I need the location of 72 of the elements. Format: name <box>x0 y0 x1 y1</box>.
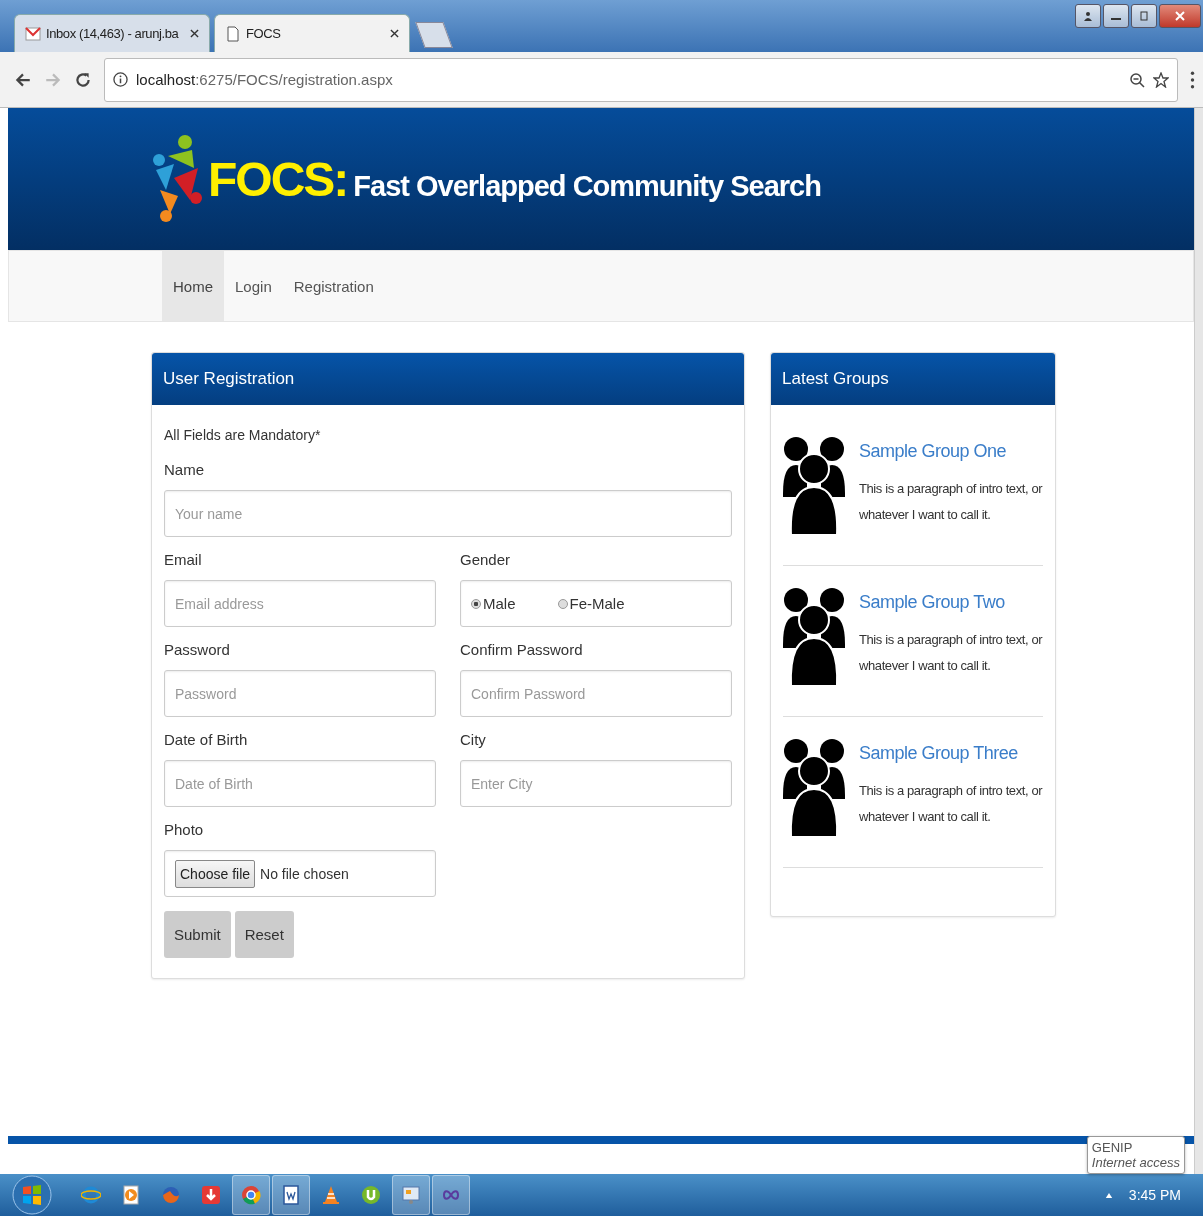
form-button[interactable]: Reset <box>234 911 294 958</box>
nav-link[interactable]: Login <box>224 251 283 321</box>
menu-icon[interactable] <box>1190 70 1195 89</box>
close-icon[interactable] <box>190 29 199 38</box>
document-icon[interactable] <box>281 1185 301 1205</box>
radio-button[interactable] <box>471 598 481 609</box>
minimize-icon <box>1111 18 1121 20</box>
url-text: localhost:6275/FOCS/registration.aspx <box>136 71 394 88</box>
field-label: Gender <box>460 551 512 568</box>
tooltip-title: GENIP <box>1091 1140 1134 1155</box>
input-field[interactable]: Date of Birth <box>164 760 436 807</box>
input-field[interactable]: Confirm Password <box>460 670 732 717</box>
mandatory-note: All Fields are Mandatory* <box>164 427 322 443</box>
field-label: City <box>460 731 487 748</box>
monitor-icon[interactable] <box>401 1185 421 1205</box>
panel-title: Latest Groups <box>782 369 889 389</box>
start-button[interactable] <box>12 1175 52 1215</box>
form-button[interactable]: Submit <box>164 911 231 958</box>
download-icon[interactable] <box>201 1185 221 1205</box>
cone-icon[interactable] <box>321 1185 341 1205</box>
people-logo-icon <box>152 134 202 224</box>
browser-tab[interactable]: Inbox (14,463) - arunj.ba <box>14 14 210 52</box>
site-tagline: Fast Overlapped Community Search <box>353 169 821 203</box>
radio-button[interactable] <box>557 598 568 609</box>
radio-option[interactable]: Male <box>471 595 516 612</box>
input-field[interactable]: Password <box>164 670 436 717</box>
group-link[interactable]: Sample Group Three <box>859 743 1043 764</box>
close-button[interactable] <box>1159 4 1201 28</box>
round-badge-icon[interactable] <box>361 1185 381 1205</box>
group-description: This is a paragraph of intro text, or whatever I want to call it. <box>859 631 1043 675</box>
star-icon[interactable] <box>1153 71 1169 88</box>
page-icon <box>225 25 241 42</box>
choose-file-button[interactable]: Choose file <box>175 859 256 888</box>
info-icon <box>113 72 128 87</box>
zoom-icon[interactable] <box>1129 71 1145 88</box>
globe-icon[interactable] <box>81 1185 101 1205</box>
chrome-icon[interactable] <box>241 1185 261 1205</box>
input-field[interactable]: Enter City <box>460 760 732 807</box>
minimize-button[interactable] <box>1103 4 1129 28</box>
close-icon <box>1175 11 1185 21</box>
clock[interactable]: 3:45 PM <box>1128 1187 1181 1203</box>
play-icon[interactable] <box>121 1185 141 1205</box>
restore-button[interactable] <box>1131 4 1157 28</box>
field-label: Photo <box>164 821 205 838</box>
file-status: No file chosen <box>260 865 349 882</box>
browser-tab[interactable]: FOCS <box>214 14 410 52</box>
panel-title: User Registration <box>163 369 295 389</box>
tray-arrow-icon[interactable] <box>1104 1191 1113 1199</box>
nav-link[interactable]: Home <box>162 251 224 321</box>
group-link[interactable]: Sample Group Two <box>859 592 1043 613</box>
group-description: This is a paragraph of intro text, or whatever I want to call it. <box>859 480 1043 524</box>
user-icon <box>1083 11 1093 21</box>
reload-icon[interactable] <box>74 70 92 89</box>
radio-option[interactable]: Fe-Male <box>557 595 625 612</box>
field-label: Date of Birth <box>164 731 249 748</box>
address-field[interactable]: localhost:6275/FOCS/registration.aspx <box>104 57 1178 102</box>
scrollbar[interactable] <box>1194 108 1203 1174</box>
field-label: Name <box>164 461 205 478</box>
field-label: Email <box>164 551 203 568</box>
group-description: This is a paragraph of intro text, or whatever I want to call it. <box>859 782 1043 826</box>
input-field[interactable]: Email address <box>164 580 436 627</box>
mail-icon <box>25 25 41 42</box>
group-link[interactable]: Sample Group One <box>859 441 1043 462</box>
restore-icon <box>1139 11 1149 21</box>
brand-name: FOCS: <box>208 151 348 207</box>
input-field[interactable]: Your name <box>164 490 732 537</box>
nav-link[interactable]: Registration <box>282 251 385 321</box>
user-button[interactable] <box>1075 4 1101 28</box>
close-icon[interactable] <box>390 29 399 38</box>
field-label: Password <box>164 641 231 658</box>
tooltip-text: Internet access <box>1091 1155 1180 1170</box>
field-label: Confirm Password <box>460 641 584 658</box>
